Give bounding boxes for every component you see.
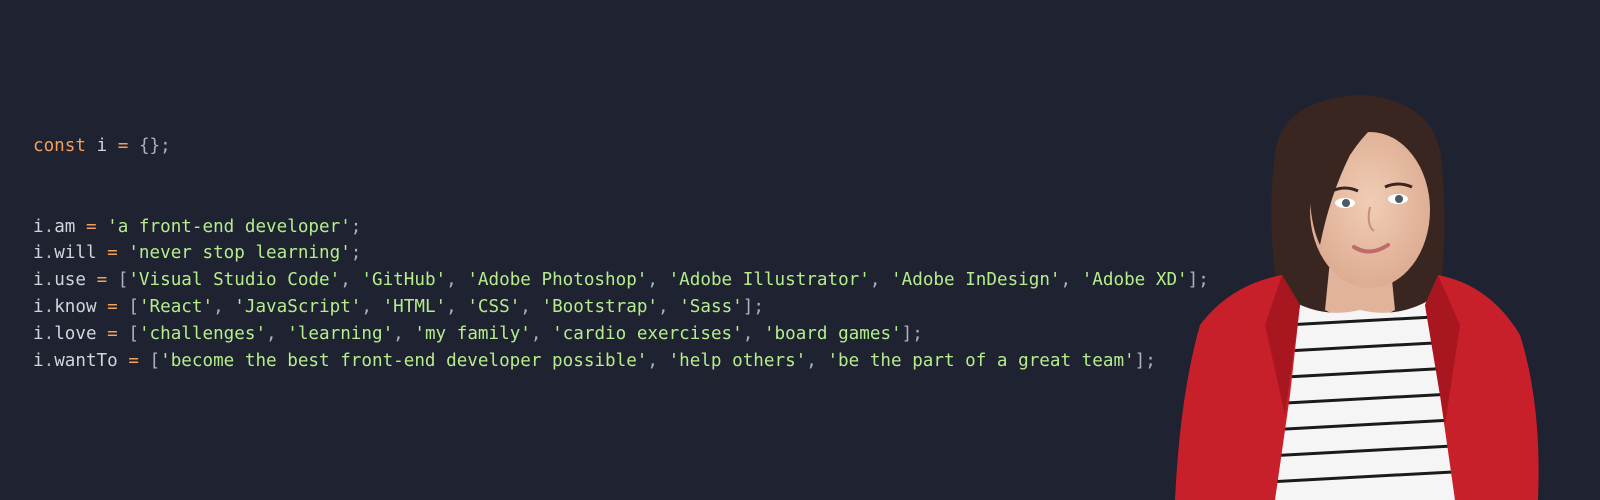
string-literal: 'never stop learning' — [128, 243, 351, 264]
string-literal: 'Bootstrap' — [541, 297, 659, 318]
comma: , — [869, 270, 881, 291]
string-literal: 'be the part of a great team' — [827, 350, 1135, 371]
portrait-photo — [1175, 95, 1539, 500]
code-assignment-lines: i.am = 'a front-end developer'; i.will = … — [33, 214, 1209, 375]
string-literal: 'become the best front-end developer pos… — [160, 350, 648, 371]
string-literal: 'Adobe InDesign' — [891, 270, 1061, 291]
assign-operator: = — [107, 243, 118, 264]
property-name: love — [54, 324, 97, 345]
code-line-love: i.love = ['challenges', 'learning', 'my … — [33, 321, 1209, 348]
comma: , — [520, 297, 531, 318]
assign-operator: = — [128, 350, 139, 371]
identifier-i: i — [33, 350, 44, 371]
string-literal: 'Sass' — [679, 297, 743, 318]
string-literal: 'cardio exercises' — [552, 324, 743, 345]
comma: , — [213, 297, 224, 318]
code-line-will: i.will = 'never stop learning'; — [33, 240, 1209, 267]
keyword-const: const — [33, 135, 86, 156]
identifier-i: i — [33, 324, 44, 345]
property-name: wantTo — [54, 350, 118, 371]
string-literal: 'CSS' — [467, 297, 521, 318]
semicolon: ; — [160, 135, 171, 156]
comma: , — [340, 270, 351, 291]
string-literal: 'challenges' — [138, 324, 267, 345]
semicolon: ; — [350, 243, 362, 264]
comma: , — [446, 270, 457, 291]
property-name: know — [54, 297, 97, 318]
comma: , — [530, 324, 542, 345]
semicolon: ; — [912, 324, 923, 345]
dot: . — [43, 350, 55, 371]
string-literal: 'JavaScript' — [234, 297, 362, 318]
code-line-use: i.use = ['Visual Studio Code', 'GitHub',… — [33, 267, 1209, 294]
comma: , — [446, 297, 457, 318]
identifier-i: i — [33, 243, 44, 264]
string-literal: 'Adobe Illustrator' — [668, 270, 870, 291]
comma: , — [266, 324, 277, 345]
dot: . — [43, 324, 55, 345]
open-bracket: [ — [149, 350, 161, 371]
code-line-declaration: const i = {}; — [33, 133, 1209, 160]
close-bracket: ] — [742, 297, 754, 318]
property-name: am — [54, 216, 76, 237]
close-bracket: ] — [901, 324, 913, 345]
string-literal: 'a front-end developer' — [107, 216, 351, 237]
string-literal: 'GitHub' — [361, 270, 447, 291]
semicolon: ; — [753, 297, 764, 318]
empty-object-literal: {} — [138, 135, 161, 156]
comma: , — [393, 324, 404, 345]
string-literal: 'HTML' — [382, 297, 447, 318]
property-name: use — [54, 270, 86, 291]
comma: , — [742, 324, 754, 345]
dot: . — [43, 270, 55, 291]
string-literal: 'my family' — [414, 324, 531, 345]
identifier-i: i — [96, 135, 108, 156]
property-name: will — [54, 243, 97, 264]
open-bracket: [ — [128, 297, 139, 318]
comma: , — [1060, 270, 1072, 291]
semicolon: ; — [350, 216, 362, 237]
dot: . — [43, 243, 55, 264]
open-bracket: [ — [128, 324, 139, 345]
close-bracket: ] — [1134, 350, 1146, 371]
string-literal: 'help others' — [668, 350, 807, 371]
semicolon: ; — [1145, 350, 1156, 371]
assign-operator: = — [117, 135, 129, 156]
string-literal: 'learning' — [287, 324, 394, 345]
string-literal: 'React' — [138, 297, 214, 318]
code-line-know: i.know = ['React', 'JavaScript', 'HTML',… — [33, 294, 1209, 321]
open-bracket: [ — [117, 270, 129, 291]
code-line-am: i.am = 'a front-end developer'; — [33, 214, 1209, 241]
string-literal: 'Visual Studio Code' — [128, 270, 341, 291]
code-line-wantTo: i.wantTo = ['become the best front-end d… — [33, 348, 1209, 375]
identifier-i: i — [33, 216, 44, 237]
assign-operator: = — [85, 216, 97, 237]
comma: , — [647, 350, 658, 371]
comma: , — [361, 297, 372, 318]
identifier-i: i — [33, 270, 44, 291]
assign-operator: = — [107, 297, 118, 318]
string-literal: 'board games' — [763, 324, 902, 345]
identifier-i: i — [33, 297, 44, 318]
string-literal: 'Adobe Photoshop' — [467, 270, 648, 291]
code-block: const i = {}; i.am = 'a front-end develo… — [33, 79, 1209, 402]
comma: , — [658, 297, 669, 318]
dot: . — [43, 297, 55, 318]
comma: , — [806, 350, 817, 371]
dot: . — [43, 216, 55, 237]
assign-operator: = — [96, 270, 108, 291]
assign-operator: = — [107, 324, 118, 345]
comma: , — [647, 270, 658, 291]
